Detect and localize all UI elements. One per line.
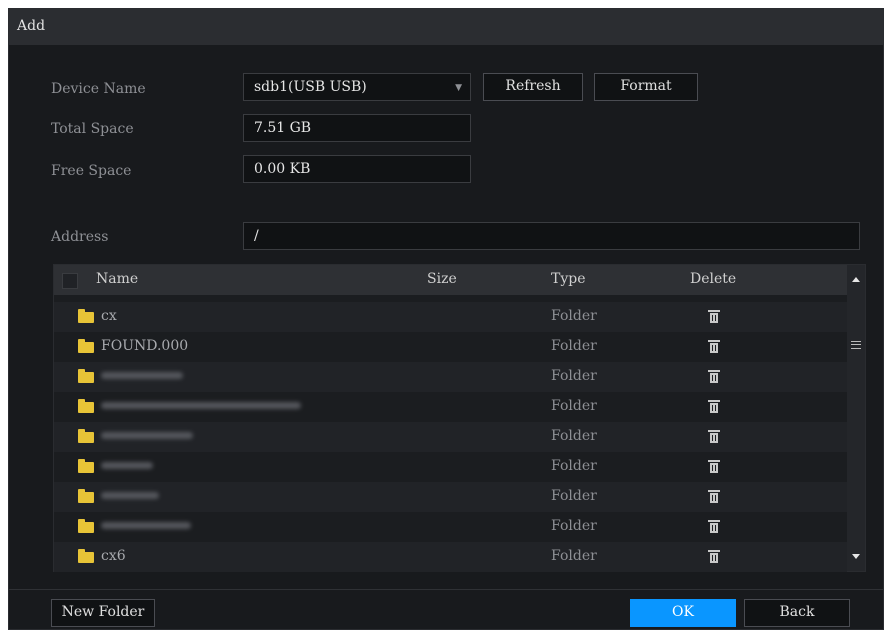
table-header: Name Size Type Delete (54, 265, 847, 295)
row-type: Folder (551, 398, 597, 414)
redacted-name (101, 522, 191, 529)
column-header-size[interactable]: Size (427, 271, 457, 287)
folder-icon (78, 369, 94, 383)
device-name-label: Device Name (51, 81, 146, 97)
trash-icon[interactable] (708, 400, 720, 413)
redacted-name (101, 402, 301, 409)
file-table: Name Size Type Delete cx Folder FOUND.00… (53, 264, 866, 572)
title-bar: Add (9, 9, 883, 45)
trash-icon[interactable] (708, 550, 720, 563)
table-row[interactable]: cx Folder (54, 302, 847, 332)
address-field[interactable]: / (243, 222, 860, 250)
row-type: Folder (551, 338, 597, 354)
back-button[interactable]: Back (744, 599, 850, 627)
folder-icon (78, 459, 94, 473)
trash-icon[interactable] (708, 430, 720, 443)
folder-icon (78, 339, 94, 353)
ok-button[interactable]: OK (630, 599, 736, 627)
row-type: Folder (551, 308, 597, 324)
redacted-name (101, 432, 193, 439)
row-type: Folder (551, 368, 597, 384)
free-space-label: Free Space (51, 163, 132, 179)
folder-icon (78, 549, 94, 563)
folder-icon (78, 519, 94, 533)
table-row[interactable]: Folder (54, 452, 847, 482)
column-header-delete: Delete (690, 271, 737, 287)
arrow-up-icon[interactable] (852, 277, 860, 282)
device-name-select[interactable]: sdb1(USB USB) ▼ (243, 73, 471, 101)
arrow-down-icon[interactable] (852, 554, 860, 559)
column-header-name[interactable]: Name (96, 271, 138, 287)
trash-icon[interactable] (708, 490, 720, 503)
new-folder-button[interactable]: New Folder (51, 599, 155, 627)
trash-icon[interactable] (708, 370, 720, 383)
footer-divider (9, 589, 883, 590)
trash-icon[interactable] (708, 310, 720, 323)
chevron-down-icon: ▼ (455, 83, 462, 93)
add-dialog: Add Device Name sdb1(USB USB) ▼ Refresh … (8, 8, 884, 630)
table-row[interactable]: Folder (54, 422, 847, 452)
dialog-title: Add (17, 18, 46, 34)
column-header-type[interactable]: Type (551, 271, 586, 287)
select-all-checkbox[interactable] (62, 273, 78, 289)
total-space-field: 7.51 GB (243, 114, 471, 142)
scroll-grip-icon[interactable] (851, 341, 861, 349)
table-row[interactable]: Folder (54, 392, 847, 422)
row-name: cx (101, 308, 117, 324)
refresh-button[interactable]: Refresh (483, 73, 583, 101)
row-type: Folder (551, 428, 597, 444)
format-button[interactable]: Format (594, 73, 698, 101)
table-row[interactable]: FOUND.000 Folder (54, 332, 847, 362)
folder-icon (78, 309, 94, 323)
row-type: Folder (551, 458, 597, 474)
vertical-scrollbar[interactable] (847, 265, 865, 571)
table-row[interactable]: Folder (54, 482, 847, 512)
trash-icon[interactable] (708, 520, 720, 533)
trash-icon[interactable] (708, 340, 720, 353)
redacted-name (101, 462, 153, 469)
trash-icon[interactable] (708, 460, 720, 473)
free-space-field: 0.00 KB (243, 155, 471, 183)
table-row[interactable]: cx6 Folder (54, 542, 847, 572)
device-name-value: sdb1(USB USB) (254, 79, 367, 95)
table-row[interactable]: Folder (54, 512, 847, 542)
row-name: FOUND.000 (101, 338, 189, 354)
table-row[interactable]: Folder (54, 362, 847, 392)
row-name: cx6 (101, 548, 126, 564)
row-type: Folder (551, 518, 597, 534)
address-label: Address (51, 229, 109, 245)
folder-icon (78, 489, 94, 503)
row-type: Folder (551, 548, 597, 564)
folder-icon (78, 399, 94, 413)
redacted-name (101, 372, 183, 379)
row-type: Folder (551, 488, 597, 504)
folder-icon (78, 429, 94, 443)
total-space-label: Total Space (51, 121, 134, 137)
redacted-name (101, 492, 159, 499)
